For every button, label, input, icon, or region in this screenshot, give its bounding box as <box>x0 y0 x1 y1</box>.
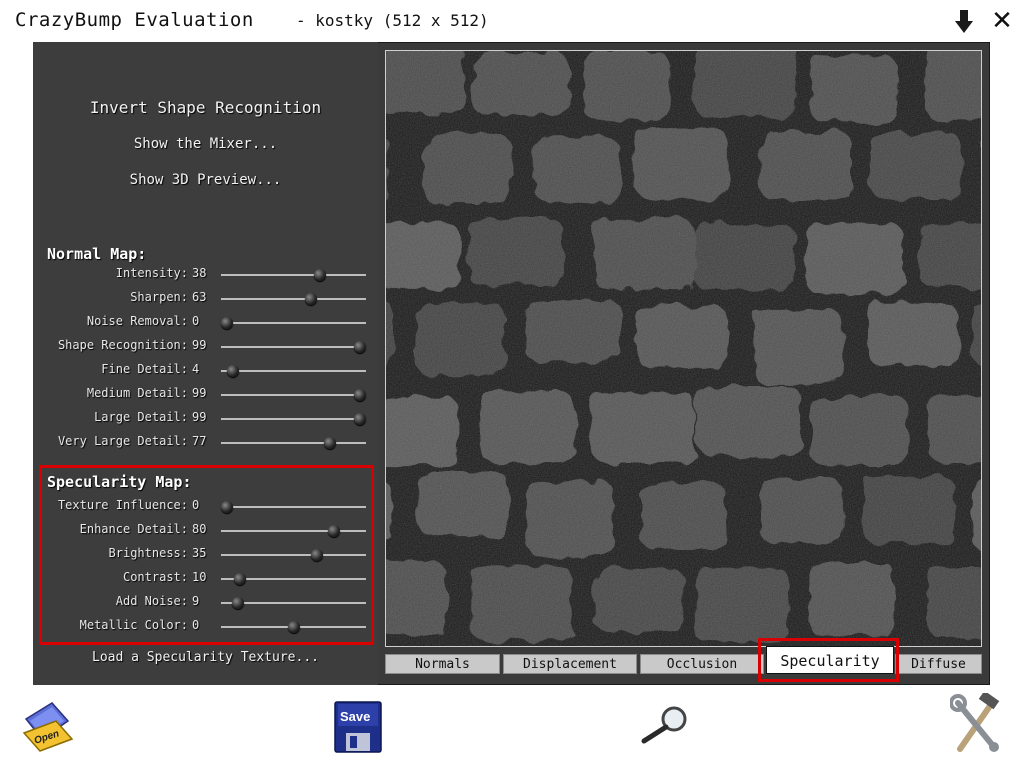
tab-normals[interactable]: Normals <box>385 654 500 674</box>
bottom-toolbar: Open Save <box>0 685 1024 768</box>
tools-button[interactable] <box>949 690 1002 753</box>
slider-label: Medium Detail: <box>86 386 188 400</box>
slider-label: Large Detail: <box>94 410 188 424</box>
tab-displacement[interactable]: Displacement <box>503 654 637 674</box>
slider-value: 77 <box>192 434 207 448</box>
normal-slider-row: Sharpen: 63 <box>33 288 378 310</box>
slider-value: 0 <box>192 618 200 632</box>
slider-track[interactable] <box>220 317 366 329</box>
open-folder-icon <box>22 702 74 752</box>
slider-track[interactable] <box>221 341 367 353</box>
normal-slider-row: Fine Detail: 4 <box>33 360 378 382</box>
slider-value: 99 <box>192 386 207 400</box>
slider-label: Metallic Color: <box>79 618 188 632</box>
slider-knob[interactable] <box>354 413 367 425</box>
slider-track[interactable] <box>221 597 366 609</box>
slider-label: Enhance Detail: <box>79 522 188 536</box>
texture-preview <box>385 50 982 647</box>
left-panel: Invert Shape Recognition Show the Mixer.… <box>33 42 378 685</box>
specularity-map-title: Specularity Map: <box>47 473 192 491</box>
open-button[interactable]: Open <box>22 699 74 753</box>
slider-track[interactable] <box>221 437 366 449</box>
slider-knob[interactable] <box>220 317 233 329</box>
slider-value: 99 <box>192 410 207 424</box>
normal-slider-row: Noise Removal: 0 <box>33 312 378 334</box>
slider-track[interactable] <box>221 365 366 377</box>
normal-slider-row: Large Detail: 99 <box>33 408 378 430</box>
slider-track[interactable] <box>221 573 366 585</box>
slider-value: 9 <box>192 594 200 608</box>
slider-track[interactable] <box>221 621 366 633</box>
slider-label: Fine Detail: <box>101 362 188 376</box>
slider-knob[interactable] <box>313 269 326 281</box>
specularity-slider-row: Enhance Detail: 80 <box>33 520 378 542</box>
slider-label: Shape Recognition: <box>57 338 188 352</box>
normal-slider-row: Medium Detail: 99 <box>33 384 378 406</box>
slider-track[interactable] <box>221 293 366 305</box>
slider-knob[interactable] <box>354 341 367 353</box>
slider-knob[interactable] <box>328 525 341 537</box>
slider-label: Texture Influence: <box>57 498 188 512</box>
slider-label: Sharpen: <box>130 290 188 304</box>
tab-specularity[interactable]: Specularity <box>766 646 894 674</box>
specularity-slider-row: Contrast: 10 <box>33 568 378 590</box>
normal-slider-row: Very Large Detail: 77 <box>33 432 378 454</box>
slider-value: 10 <box>192 570 207 584</box>
minimize-arrow-icon[interactable] <box>950 6 978 36</box>
show-mixer-button[interactable]: Show the Mixer... <box>33 136 378 152</box>
slider-knob[interactable] <box>233 573 246 585</box>
specularity-slider-row: Brightness: 35 <box>33 544 378 566</box>
slider-track[interactable] <box>221 525 366 537</box>
stone-shape <box>981 129 982 202</box>
slider-value: 0 <box>192 498 200 512</box>
cobblestone-texture <box>386 51 982 646</box>
slider-track[interactable] <box>221 389 367 401</box>
slider-value: 63 <box>192 290 207 304</box>
normal-slider-row: Shape Recognition: 99 <box>33 336 378 358</box>
specularity-slider-row: Add Noise: 9 <box>33 592 378 614</box>
normal-map-title: Normal Map: <box>47 245 147 263</box>
slider-knob[interactable] <box>232 597 245 609</box>
slider-value: 99 <box>192 338 207 352</box>
slider-label: Noise Removal: <box>86 314 188 328</box>
normal-slider-row: Intensity: 38 <box>33 264 378 286</box>
slider-track[interactable] <box>220 501 366 513</box>
show-3d-preview-button[interactable]: Show 3D Preview... <box>33 172 378 188</box>
tab-diffuse[interactable]: Diffuse <box>895 654 982 674</box>
specularity-slider-row: Texture Influence: 0 <box>33 496 378 518</box>
slider-value: 35 <box>192 546 207 560</box>
slider-knob[interactable] <box>354 389 367 401</box>
save-button[interactable]: Save <box>334 701 382 753</box>
slider-label: Contrast: <box>122 570 188 584</box>
slider-knob[interactable] <box>287 621 300 633</box>
slider-value: 4 <box>192 362 200 376</box>
app-title: CrazyBump Evaluation <box>15 9 254 31</box>
hammer-wrench-icon <box>949 690 1000 752</box>
slider-track[interactable] <box>221 269 366 281</box>
slider-label: Brightness: <box>108 546 188 560</box>
slider-knob[interactable] <box>323 437 336 449</box>
slider-label: Intensity: <box>115 266 188 280</box>
specularity-slider-row: Metallic Color: 0 <box>33 616 378 638</box>
slider-label: Add Noise: <box>115 594 188 608</box>
close-icon[interactable]: ✕ <box>988 6 1016 36</box>
slider-knob[interactable] <box>304 293 317 305</box>
slider-value: 0 <box>192 314 200 328</box>
magnifier-button[interactable] <box>640 705 690 745</box>
title-bar: CrazyBump Evaluation - kostky (512 x 512… <box>0 0 1024 42</box>
slider-knob[interactable] <box>226 365 239 377</box>
slider-track[interactable] <box>221 549 366 561</box>
magnifier-icon <box>641 706 687 744</box>
invert-shape-button[interactable]: Invert Shape Recognition <box>33 98 378 117</box>
slider-knob[interactable] <box>220 501 233 513</box>
slider-knob[interactable] <box>310 549 323 561</box>
tab-occlusion[interactable]: Occlusion <box>640 654 764 674</box>
load-specularity-texture-button[interactable]: Load a Specularity Texture... <box>33 650 378 665</box>
slider-value: 38 <box>192 266 207 280</box>
slider-track[interactable] <box>221 413 367 425</box>
slider-value: 80 <box>192 522 207 536</box>
save-label: Save <box>340 709 371 724</box>
slider-label: Very Large Detail: <box>57 434 188 448</box>
file-title: - kostky (512 x 512) <box>296 11 489 30</box>
